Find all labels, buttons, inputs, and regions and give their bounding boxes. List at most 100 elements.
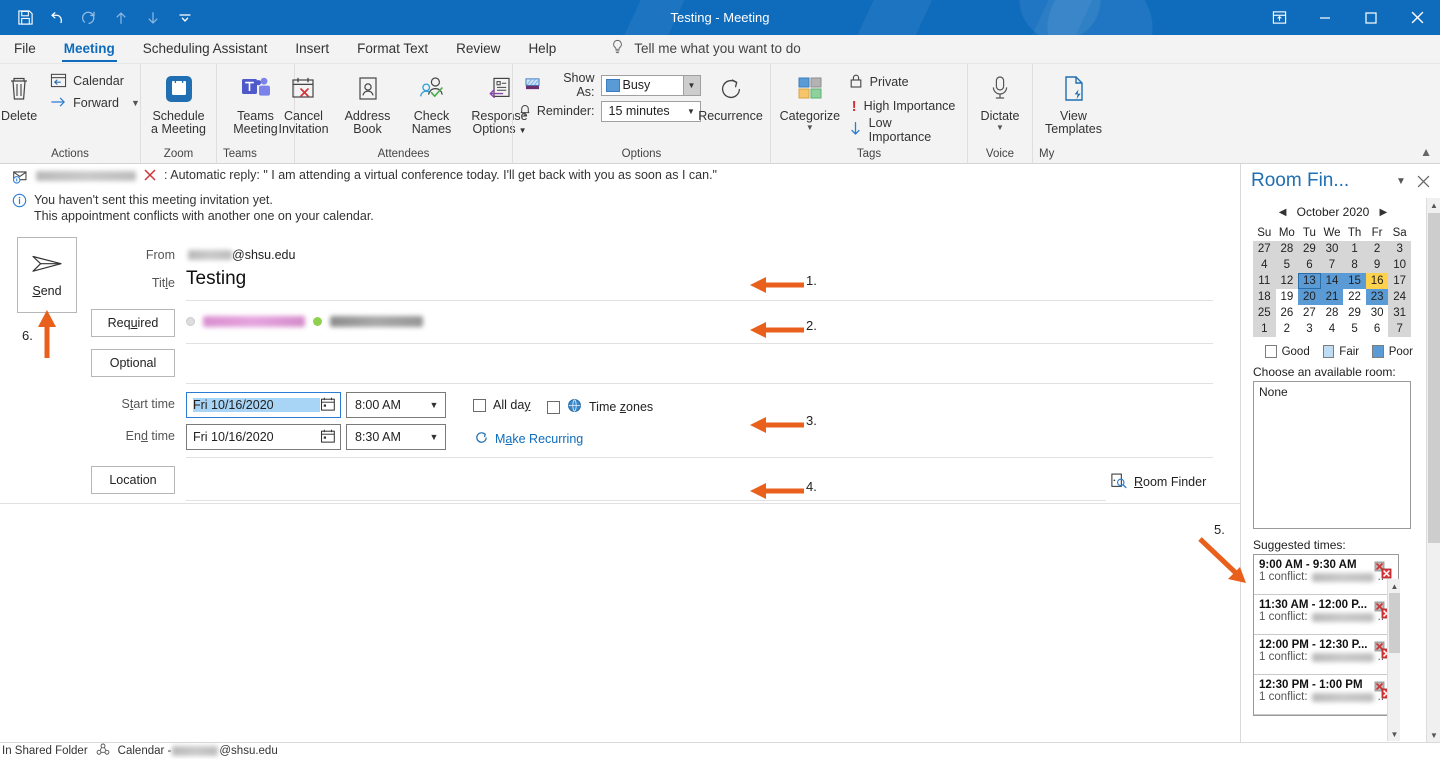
calendar-day-6[interactable]: 6 <box>1298 257 1321 273</box>
tab-review[interactable]: Review <box>442 34 514 63</box>
recurrence-button[interactable]: Recurrence <box>703 68 759 123</box>
calendar-day-20[interactable]: 20 <box>1298 289 1321 305</box>
chevron-down-icon[interactable]: ▼ <box>1390 170 1412 192</box>
calendar-picker-icon[interactable] <box>320 428 336 447</box>
close-icon[interactable] <box>1394 0 1440 35</box>
maximize-icon[interactable] <box>1348 0 1394 35</box>
tab-format-text[interactable]: Format Text <box>343 34 442 63</box>
down-icon[interactable] <box>138 3 168 33</box>
view-templates-button[interactable]: ViewTemplates <box>1039 68 1109 136</box>
high-importance-button[interactable]: ! High Importance <box>845 94 961 118</box>
calendar-day-29[interactable]: 29 <box>1343 305 1366 321</box>
reminder-combo[interactable]: 15 minutes ▼ <box>601 101 701 122</box>
delete-button[interactable]: Delete <box>0 68 43 123</box>
required-button[interactable]: Required <box>91 309 175 337</box>
calendar-day-3[interactable]: 3 <box>1388 241 1411 257</box>
calendar-day-12[interactable]: 12 <box>1276 273 1299 289</box>
suggested-time-item[interactable]: 9:00 AM - 9:30 AM1 conflict:.. <box>1254 555 1398 595</box>
chevron-down-icon[interactable]: ▼ <box>683 76 700 95</box>
chevron-down-icon[interactable]: ▼ <box>423 400 445 410</box>
calendar-day-28[interactable]: 28 <box>1276 241 1299 257</box>
undo-icon[interactable] <box>42 3 72 33</box>
ribbon-display-options-icon[interactable] <box>1256 0 1302 35</box>
tab-help[interactable]: Help <box>514 34 570 63</box>
calendar-button[interactable]: Calendar <box>45 70 145 92</box>
calendar-day-2[interactable]: 2 <box>1276 321 1299 337</box>
calendar-day-10[interactable]: 10 <box>1388 257 1411 273</box>
forward-button[interactable]: Forward ▼ <box>45 92 145 114</box>
calendar-day-16[interactable]: 16 <box>1366 273 1389 289</box>
title-input[interactable]: Testing <box>186 268 246 290</box>
tell-me-search[interactable]: Tell me what you want to do <box>570 34 801 63</box>
calendar-day-26[interactable]: 26 <box>1276 305 1299 321</box>
time-zones-checkbox-box[interactable] <box>547 401 560 414</box>
calendar-day-14[interactable]: 14 <box>1321 273 1344 289</box>
calendar-day-23[interactable]: 23 <box>1366 289 1389 305</box>
start-time-input[interactable]: 8:00 AM ▼ <box>346 392 446 418</box>
scroll-down-icon[interactable]: ▼ <box>1427 728 1440 742</box>
calendar-day-21[interactable]: 21 <box>1321 289 1344 305</box>
suggested-time-item[interactable]: 12:30 PM - 1:00 PM1 conflict:.. <box>1254 675 1398 715</box>
calendar-day-30[interactable]: 30 <box>1321 241 1344 257</box>
suggested-time-item[interactable]: 12:00 PM - 12:30 P...1 conflict:.. <box>1254 635 1398 675</box>
chevron-down-icon[interactable]: ▼ <box>683 102 700 121</box>
chevron-down-icon[interactable]: ▼ <box>131 98 140 108</box>
calendar-day-4[interactable]: 4 <box>1253 257 1276 273</box>
calendar-day-24[interactable]: 24 <box>1388 289 1411 305</box>
tab-scheduling-assistant[interactable]: Scheduling Assistant <box>129 34 282 63</box>
cancel-invitation-button[interactable]: CancelInvitation <box>273 68 335 136</box>
calendar-day-29[interactable]: 29 <box>1298 241 1321 257</box>
calendar-day-30[interactable]: 30 <box>1366 305 1389 321</box>
calendar-day-8[interactable]: 8 <box>1343 257 1366 273</box>
chevron-down-icon[interactable]: ▼ <box>996 123 1004 133</box>
all-day-checkbox[interactable]: All day <box>473 398 531 412</box>
up-icon[interactable] <box>106 3 136 33</box>
schedule-a-meeting-button[interactable]: Schedulea Meeting <box>148 68 210 136</box>
time-zones-checkbox[interactable]: Time zones <box>547 398 653 416</box>
calendar-day-1[interactable]: 1 <box>1253 321 1276 337</box>
low-importance-button[interactable]: Low Importance <box>845 118 961 142</box>
minimize-icon[interactable] <box>1302 0 1348 35</box>
suggested-time-item[interactable]: 11:30 AM - 12:00 P...1 conflict:.. <box>1254 595 1398 635</box>
calendar-day-27[interactable]: 27 <box>1298 305 1321 321</box>
optional-button[interactable]: Optional <box>91 349 175 377</box>
calendar-day-5[interactable]: 5 <box>1343 321 1366 337</box>
send-button[interactable]: Send <box>17 237 77 313</box>
calendar-day-1[interactable]: 1 <box>1343 241 1366 257</box>
calendar-day-7[interactable]: 7 <box>1388 321 1411 337</box>
calendar-day-2[interactable]: 2 <box>1366 241 1389 257</box>
prev-month-icon[interactable]: ◀ <box>1275 207 1291 218</box>
calendar-day-17[interactable]: 17 <box>1388 273 1411 289</box>
calendar-day-7[interactable]: 7 <box>1321 257 1344 273</box>
calendar-picker-icon[interactable] <box>320 396 336 415</box>
start-date-input[interactable]: Fri 10/16/2020 <box>186 392 341 418</box>
scrollbar-thumb[interactable] <box>1389 593 1400 653</box>
calendar-day-6[interactable]: 6 <box>1366 321 1389 337</box>
tab-file[interactable]: File <box>0 34 50 63</box>
make-recurring-button[interactable]: Make Recurring <box>474 430 583 448</box>
dictate-button[interactable]: Dictate ▼ <box>969 68 1031 133</box>
calendar-day-28[interactable]: 28 <box>1321 305 1344 321</box>
calendar-day-15[interactable]: 15 <box>1343 273 1366 289</box>
calendar-day-25[interactable]: 25 <box>1253 305 1276 321</box>
tab-meeting[interactable]: Meeting <box>50 34 129 63</box>
available-rooms-list[interactable]: None <box>1253 381 1411 529</box>
calendar-day-4[interactable]: 4 <box>1321 321 1344 337</box>
categorize-button[interactable]: Categorize ▼ <box>777 68 843 133</box>
close-icon[interactable] <box>1412 170 1434 192</box>
calendar-day-5[interactable]: 5 <box>1276 257 1299 273</box>
calendar-day-27[interactable]: 27 <box>1253 241 1276 257</box>
room-option-none[interactable]: None <box>1259 385 1405 399</box>
all-day-checkbox-box[interactable] <box>473 399 486 412</box>
next-month-icon[interactable]: ▶ <box>1375 207 1391 218</box>
calendar-day-13[interactable]: 13 <box>1298 273 1321 289</box>
check-names-button[interactable]: CheckNames <box>401 68 463 136</box>
suggested-times-scrollbar[interactable]: ▲ ▼ <box>1387 579 1400 741</box>
calendar-day-18[interactable]: 18 <box>1253 289 1276 305</box>
tab-insert[interactable]: Insert <box>281 34 343 63</box>
end-time-input[interactable]: 8:30 AM ▼ <box>346 424 446 450</box>
room-finder-panel-scrollbar[interactable]: ▲ ▼ <box>1426 198 1440 742</box>
scroll-up-icon[interactable]: ▲ <box>1388 579 1401 593</box>
redo-icon[interactable] <box>74 3 104 33</box>
show-as-combo[interactable]: Busy ▼ <box>601 75 701 96</box>
